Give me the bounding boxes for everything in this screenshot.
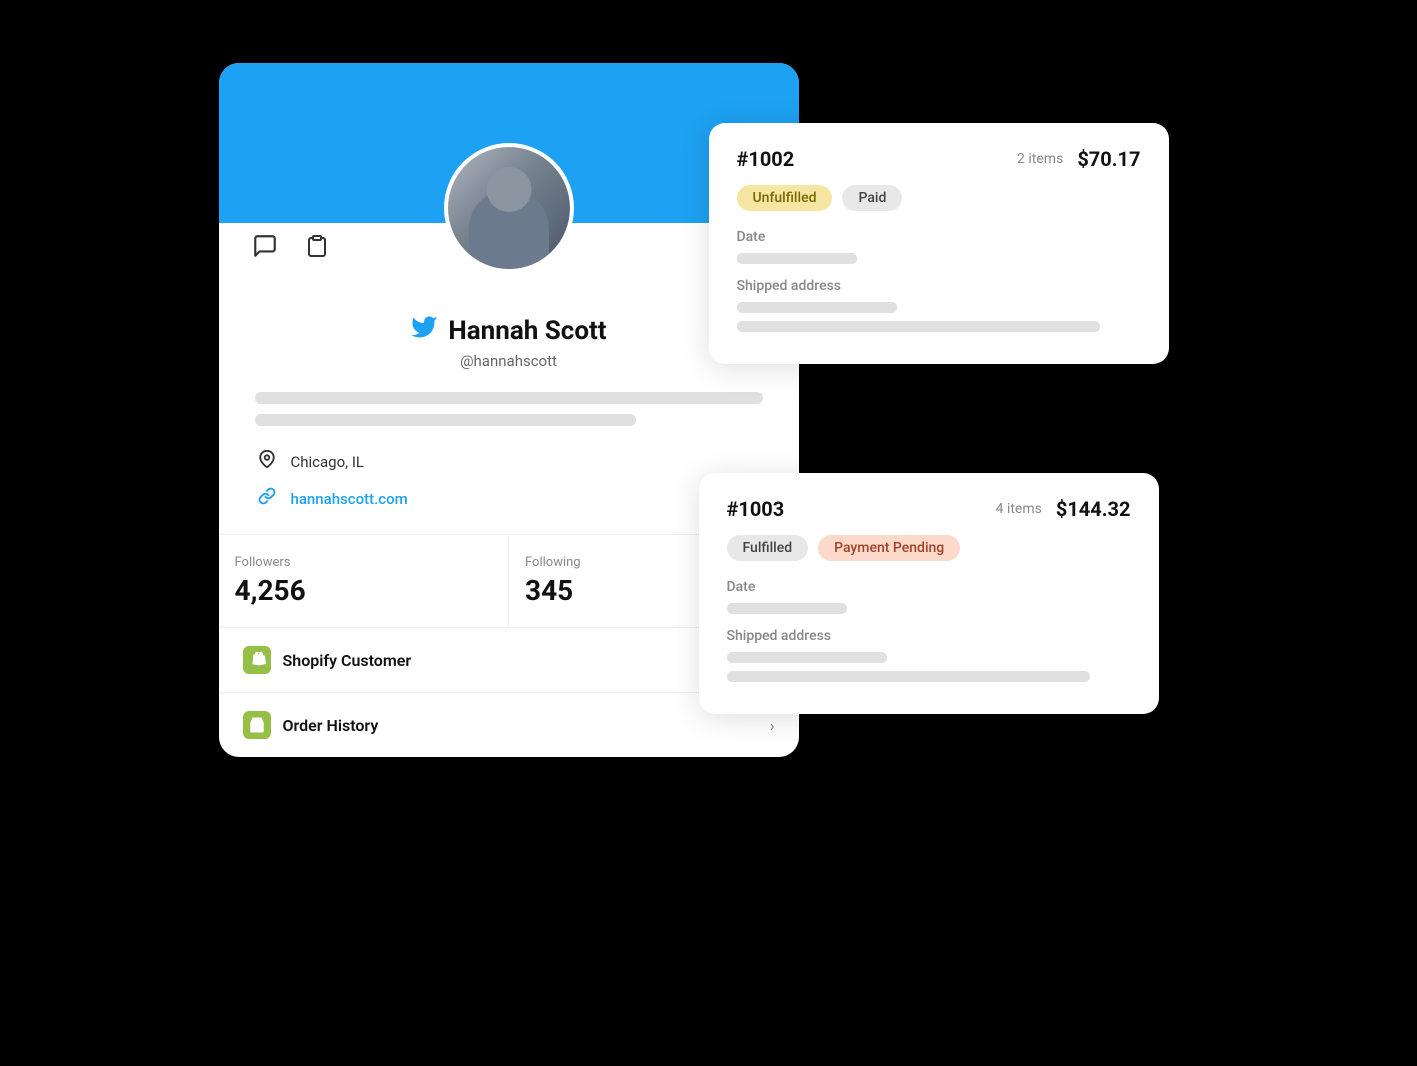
order-2-meta: 4 items $144.32 <box>996 497 1131 521</box>
chat-icon[interactable] <box>247 228 283 264</box>
order-1-address-section: Shipped address <box>737 278 1141 332</box>
order-2-items: 4 items <box>996 501 1042 517</box>
shopify-customer-label: Shopify Customer <box>283 651 412 670</box>
avatar <box>444 143 574 273</box>
badge-paid: Paid <box>842 185 902 211</box>
order-1-date-placeholder <box>737 253 857 264</box>
order-1-id: #1002 <box>737 147 795 171</box>
bio-line-1 <box>255 392 763 404</box>
clipboard-icon[interactable] <box>299 228 335 264</box>
location-icon <box>255 450 279 473</box>
order-2-price: $144.32 <box>1056 497 1131 521</box>
order-2-header: #1003 4 items $144.32 <box>727 497 1131 521</box>
badge-unfulfilled: Unfulfilled <box>737 185 833 211</box>
profile-meta: Chicago, IL hannahscott.com <box>247 434 771 510</box>
avatar-image <box>448 147 570 269</box>
website-row: hannahscott.com <box>255 487 763 510</box>
scene: Hannah Scott @hannahscott Chicago, IL <box>219 63 1199 1003</box>
order-history-shopify-icon <box>243 711 271 739</box>
order-2-badges: Fulfilled Payment Pending <box>727 535 1131 561</box>
order-1-date-label: Date <box>737 229 1141 245</box>
website-link[interactable]: hannahscott.com <box>291 490 408 508</box>
order-1-items: 2 items <box>1017 151 1063 167</box>
followers-count: 4,256 <box>235 574 493 607</box>
profile-name: Hannah Scott <box>448 316 606 346</box>
badge-payment-pending: Payment Pending <box>818 535 960 561</box>
order-1-address-line-2 <box>737 321 1101 332</box>
followers-block: Followers 4,256 <box>219 535 510 627</box>
order-2-id: #1003 <box>727 497 785 521</box>
order-2-date-label: Date <box>727 579 1131 595</box>
link-icon <box>255 487 279 510</box>
order-1-header: #1002 2 items $70.17 <box>737 147 1141 171</box>
order-2-date-placeholder <box>727 603 847 614</box>
profile-bio-placeholder <box>247 392 771 426</box>
order-2-address-line-2 <box>727 671 1091 682</box>
profile-name-row: Hannah Scott <box>247 313 771 348</box>
order-card-1: #1002 2 items $70.17 Unfulfilled Paid Da… <box>709 123 1169 364</box>
order-history-left: Order History <box>243 711 379 739</box>
order-2-address-label: Shipped address <box>727 628 1131 644</box>
order-2-address-section: Shipped address <box>727 628 1131 682</box>
order-1-meta: 2 items $70.17 <box>1017 147 1140 171</box>
location-text: Chicago, IL <box>291 453 365 471</box>
shopify-icon <box>243 646 271 674</box>
badge-fulfilled: Fulfilled <box>727 535 809 561</box>
location-row: Chicago, IL <box>255 450 763 473</box>
order-2-address-line-1 <box>727 652 887 663</box>
order-1-address-line-1 <box>737 302 897 313</box>
order-card-2: #1003 4 items $144.32 Fulfilled Payment … <box>699 473 1159 714</box>
profile-handle: @hannahscott <box>247 352 771 370</box>
twitter-icon <box>410 313 438 348</box>
order-1-price: $70.17 <box>1077 147 1140 171</box>
order-1-address-label: Shipped address <box>737 278 1141 294</box>
bio-line-2 <box>255 414 636 426</box>
shopify-section-left: Shopify Customer <box>243 646 412 674</box>
followers-label: Followers <box>235 555 493 570</box>
chevron-right-icon: › <box>770 716 775 735</box>
profile-action-icons <box>247 228 335 264</box>
order-1-badges: Unfulfilled Paid <box>737 185 1141 211</box>
order-history-label: Order History <box>283 716 379 735</box>
